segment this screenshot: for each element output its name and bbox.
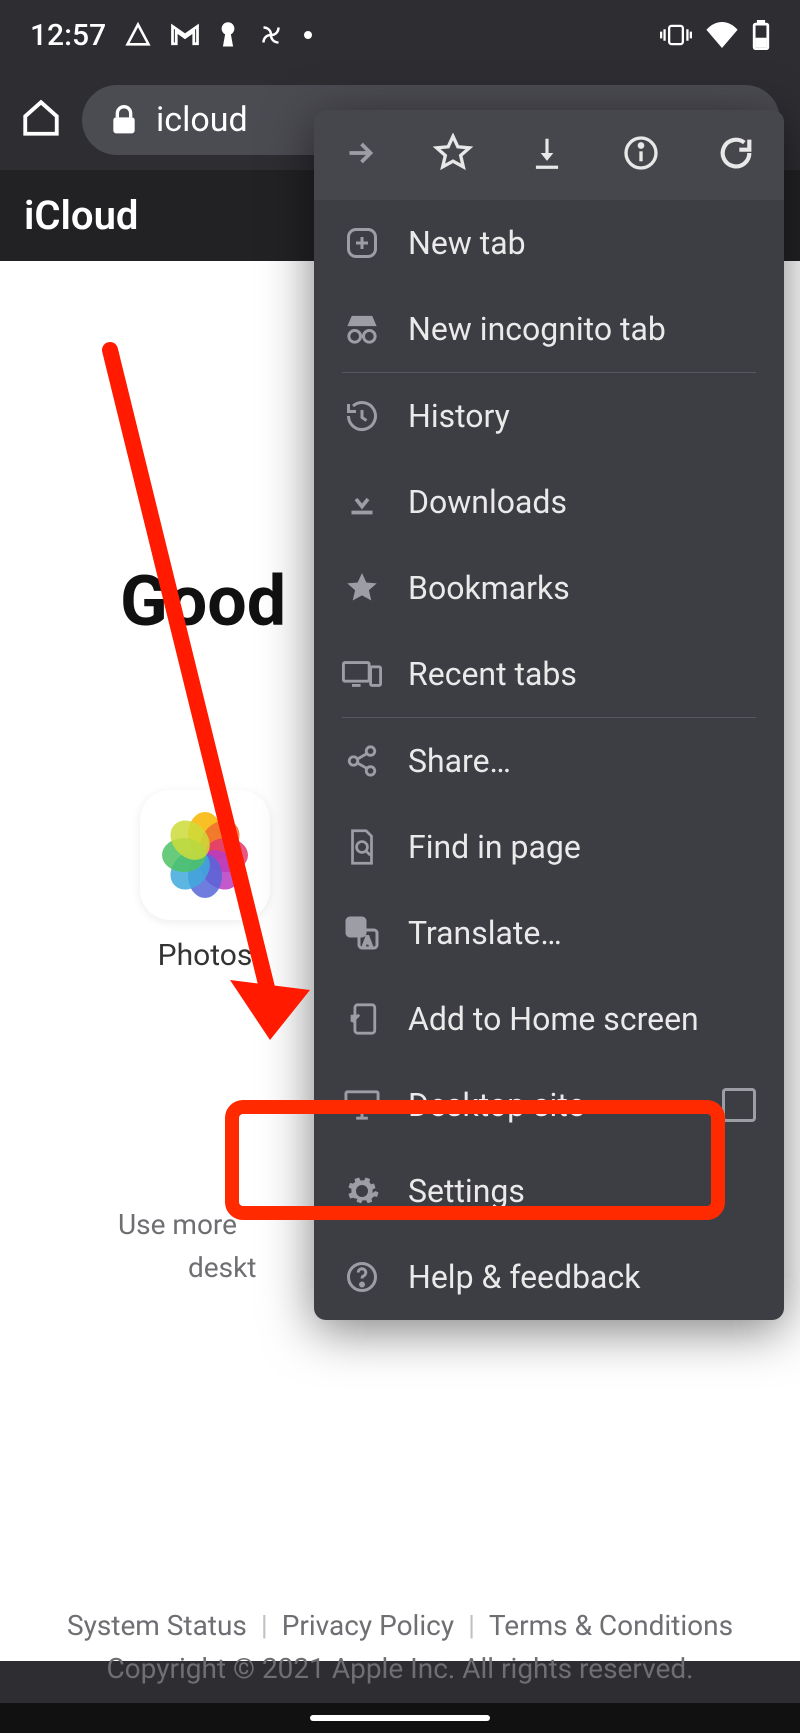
- menu-item-label: Help & feedback: [408, 1258, 640, 1296]
- battery-icon: [752, 20, 770, 50]
- footer-link-status[interactable]: System Status: [67, 1609, 247, 1642]
- monitor-icon: [342, 1088, 382, 1122]
- svg-text:A: A: [364, 934, 372, 948]
- menu-add-to-home[interactable]: Add to Home screen: [314, 976, 784, 1062]
- nav-pill[interactable]: [310, 1715, 490, 1721]
- menu-icon-row: [314, 110, 784, 200]
- menu-item-label: Find in page: [408, 828, 581, 866]
- menu-item-label: New incognito tab: [408, 310, 666, 348]
- menu-downloads[interactable]: Downloads: [314, 459, 784, 545]
- menu-item-label: Downloads: [408, 483, 567, 521]
- home-button[interactable]: [20, 97, 62, 143]
- menu-item-label: Desktop site: [408, 1086, 585, 1124]
- apps-row: Photos: [120, 790, 290, 973]
- menu-history[interactable]: History: [314, 373, 784, 459]
- menu-item-label: Translate…: [408, 914, 562, 952]
- status-time: 12:57: [30, 18, 106, 53]
- menu-help[interactable]: Help & feedback: [314, 1234, 784, 1320]
- bookmark-star-icon: [342, 570, 382, 606]
- gmail-icon: [170, 23, 200, 47]
- desktop-site-checkbox[interactable]: [722, 1088, 756, 1122]
- menu-item-label: History: [408, 397, 510, 435]
- menu-recent-tabs[interactable]: Recent tabs: [314, 631, 784, 717]
- plus-square-icon: [342, 225, 382, 261]
- devices-icon: [342, 659, 382, 689]
- translate-icon: 文A: [342, 915, 382, 951]
- menu-settings[interactable]: Settings: [314, 1148, 784, 1234]
- star-icon[interactable]: [423, 123, 483, 187]
- app-label: Photos: [158, 938, 253, 973]
- add-home-icon: [342, 1002, 382, 1036]
- triangle-alert-icon: [124, 21, 152, 49]
- info-icon[interactable]: [611, 123, 671, 187]
- app-photos[interactable]: Photos: [120, 790, 290, 973]
- page-title: iCloud: [24, 192, 138, 239]
- footer: System Status | Privacy Policy | Terms &…: [0, 1609, 800, 1685]
- reload-icon[interactable]: [706, 123, 766, 187]
- pinwheel-icon: [256, 20, 286, 50]
- downloads-icon: [342, 484, 382, 520]
- menu-incognito[interactable]: New incognito tab: [314, 286, 784, 372]
- find-in-page-icon: [342, 828, 382, 866]
- menu-item-label: Add to Home screen: [408, 1000, 699, 1038]
- menu-translate[interactable]: 文A Translate…: [314, 890, 784, 976]
- share-icon: [342, 744, 382, 778]
- keyhole-icon: [218, 21, 238, 49]
- menu-new-tab[interactable]: New tab: [314, 200, 784, 286]
- incognito-icon: [342, 312, 382, 346]
- footer-link-terms[interactable]: Terms & Conditions: [489, 1609, 733, 1642]
- menu-desktop-site[interactable]: Desktop site: [314, 1062, 784, 1148]
- menu-item-label: Recent tabs: [408, 655, 577, 693]
- menu-find-in-page[interactable]: Find in page: [314, 804, 784, 890]
- overflow-menu: New tab New incognito tab History Downlo…: [314, 110, 784, 1320]
- android-nav-bar: [0, 1703, 800, 1733]
- menu-item-label: Share…: [408, 742, 511, 780]
- forward-icon[interactable]: [332, 125, 388, 185]
- menu-share[interactable]: Share…: [314, 718, 784, 804]
- menu-item-label: Settings: [408, 1172, 525, 1210]
- download-icon[interactable]: [518, 124, 576, 186]
- menu-item-label: New tab: [408, 224, 526, 262]
- photos-icon: [140, 790, 270, 920]
- footer-copyright: Copyright © 2021 Apple Inc. All rights r…: [0, 1652, 800, 1685]
- wifi-icon: [706, 22, 738, 48]
- dot-icon: [304, 31, 312, 39]
- status-bar: 12:57: [0, 0, 800, 70]
- footer-link-privacy[interactable]: Privacy Policy: [282, 1609, 454, 1642]
- menu-bookmarks[interactable]: Bookmarks: [314, 545, 784, 631]
- lock-icon: [110, 104, 138, 136]
- vibrate-icon: [660, 23, 692, 47]
- gear-icon: [342, 1173, 382, 1209]
- hint-text-wrap: Use more deskt: [118, 1198, 256, 1284]
- help-icon: [342, 1259, 382, 1295]
- menu-item-label: Bookmarks: [408, 569, 570, 607]
- svg-text:文: 文: [352, 920, 364, 935]
- url-text: icloud: [156, 100, 248, 140]
- history-icon: [342, 398, 382, 434]
